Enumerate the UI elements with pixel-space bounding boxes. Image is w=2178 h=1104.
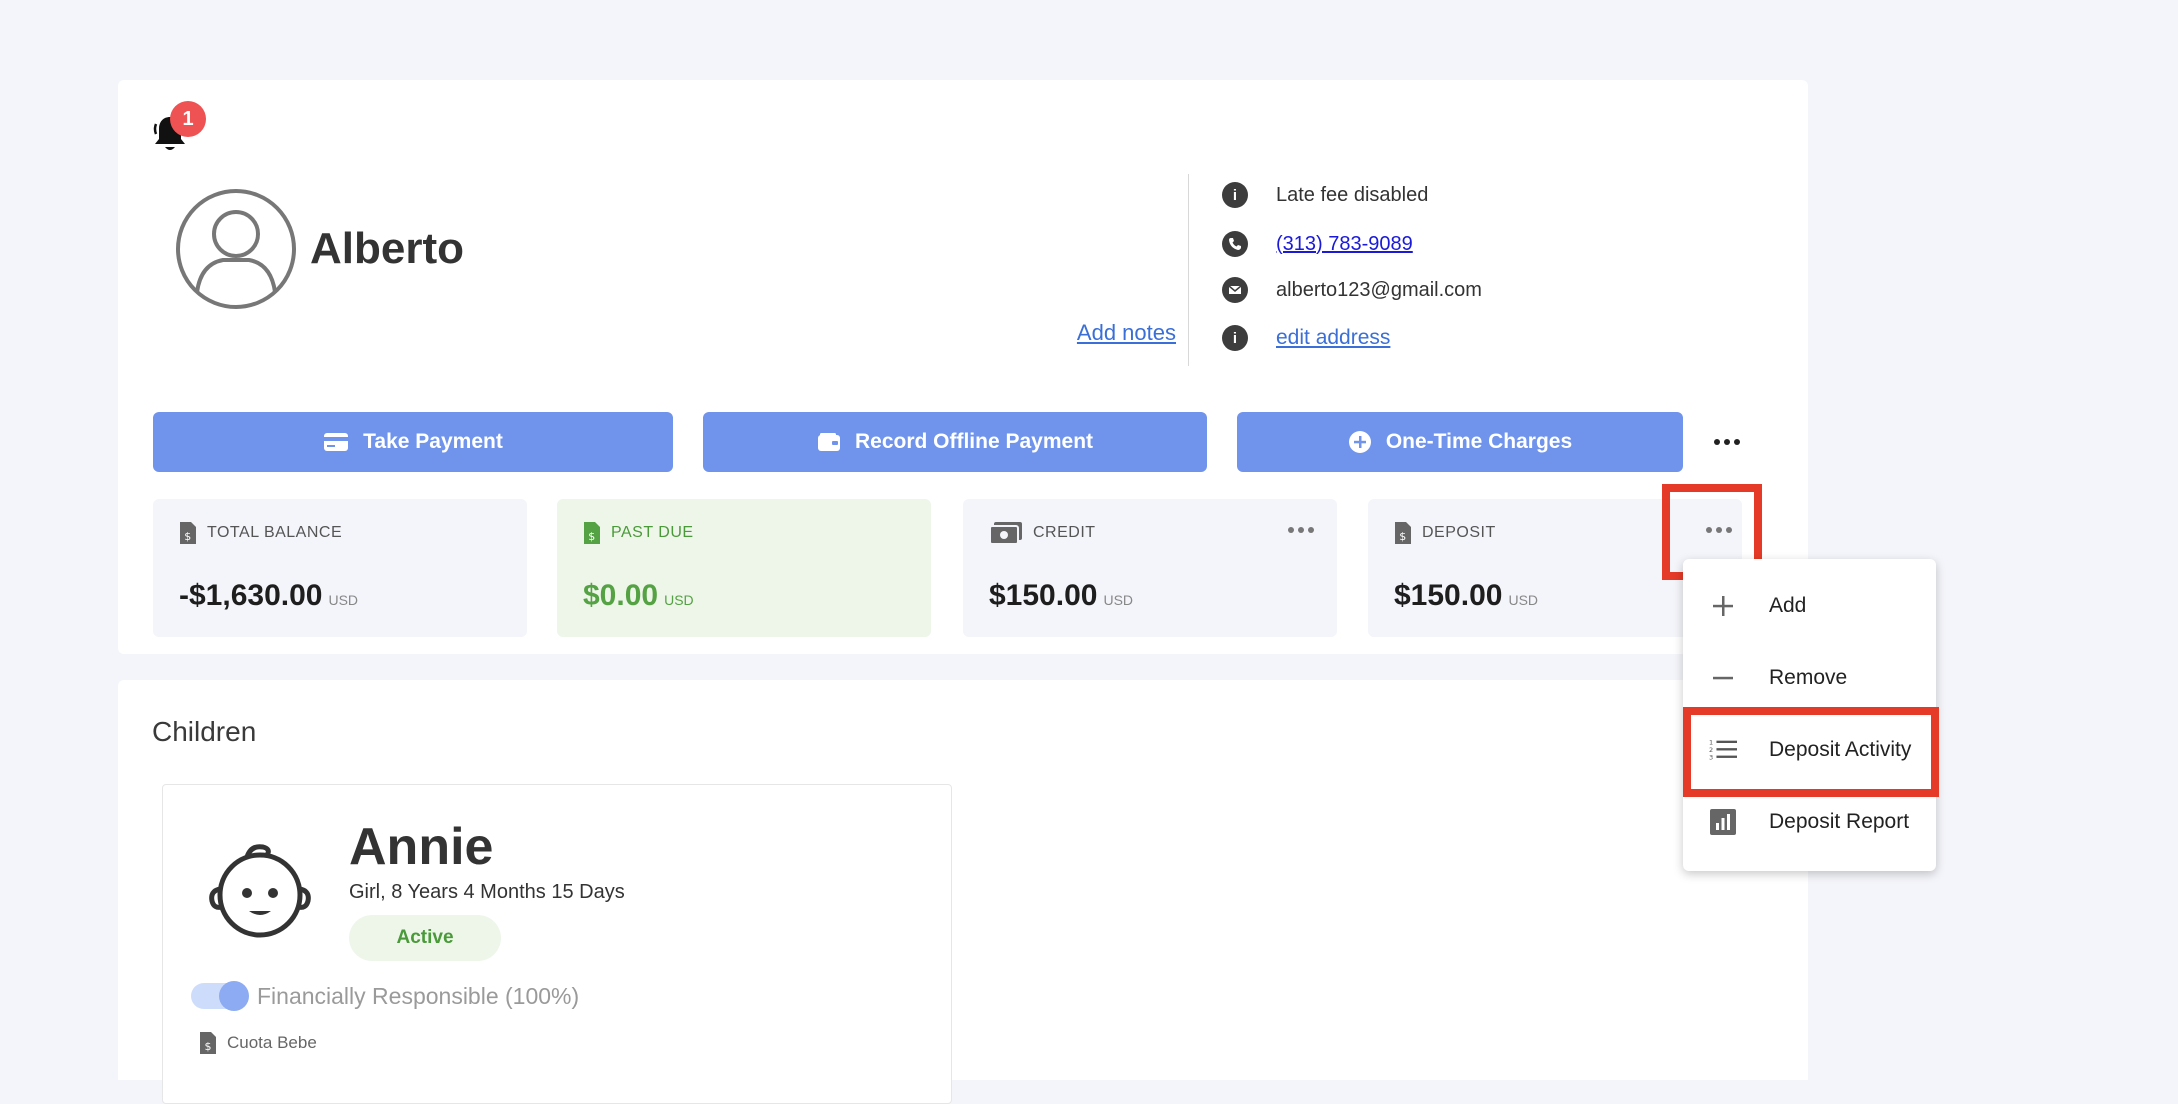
record-offline-payment-label: Record Offline Payment: [854, 430, 1094, 453]
credit-label: CREDIT: [1033, 524, 1096, 541]
info-icon: i: [1222, 325, 1248, 351]
late-fee-row: i Late fee disabled: [1222, 180, 1428, 210]
deposit-amount-row: $150.00 USD: [1394, 579, 1538, 613]
plan-name: Cuota Bebe: [227, 1033, 317, 1052]
notification-badge: 1: [170, 101, 206, 137]
total-balance-label-row: $ TOTAL BALANCE: [179, 521, 342, 545]
total-balance-amount: -$1,630.00: [179, 579, 323, 612]
plus-circle-icon: [1348, 430, 1372, 454]
email-row: alberto123@gmail.com: [1222, 275, 1482, 305]
credit-amount-row: $150.00 USD: [989, 579, 1133, 613]
add-notes-link[interactable]: Add notes: [1077, 320, 1176, 346]
one-time-charges-label: One-Time Charges: [1385, 430, 1573, 453]
svg-text:$: $: [184, 530, 192, 543]
menu-item-remove[interactable]: Remove: [1683, 645, 1936, 711]
credit-card-icon: [323, 432, 349, 452]
past-due-card: $ PAST DUE $0.00 USD: [557, 499, 931, 637]
invoice-dollar-icon: $: [1394, 521, 1412, 545]
total-balance-amount-row: -$1,630.00 USD: [179, 579, 358, 613]
phone-icon: [1222, 231, 1248, 257]
child-details: Girl, 8 Years 4 Months 15 Days: [349, 881, 625, 903]
divider: [1188, 174, 1189, 366]
deposit-activity-highlight: [1683, 707, 1939, 797]
children-title: Children: [152, 716, 257, 747]
report-chart-icon: [1709, 808, 1737, 836]
past-due-label-row: $ PAST DUE: [583, 521, 694, 545]
menu-item-deposit-report[interactable]: Deposit Report: [1683, 789, 1936, 855]
past-due-amount-row: $0.00 USD: [583, 579, 694, 613]
deposit-amount: $150.00: [1394, 579, 1503, 612]
currency-code: USD: [328, 592, 359, 608]
one-time-charges-button[interactable]: One-Time Charges: [1237, 412, 1683, 472]
phone-row: (313) 783-9089: [1222, 229, 1413, 259]
invoice-dollar-icon: $: [199, 1031, 217, 1055]
email-text: alberto123@gmail.com: [1276, 278, 1482, 301]
phone-link[interactable]: (313) 783-9089: [1276, 233, 1413, 256]
currency-code: USD: [1103, 592, 1134, 608]
total-balance-card: $ TOTAL BALANCE -$1,630.00 USD: [153, 499, 527, 637]
parent-name: Alberto: [310, 224, 464, 273]
parent-avatar: [175, 188, 297, 310]
credit-label-row: CREDIT: [989, 521, 1096, 545]
edit-address-link[interactable]: edit address: [1276, 326, 1390, 350]
more-actions-icon[interactable]: [1714, 439, 1740, 445]
plan-row: $ Cuota Bebe: [199, 1031, 317, 1055]
baby-face-icon: [207, 841, 313, 939]
menu-item-add[interactable]: Add: [1683, 573, 1936, 639]
invoice-dollar-icon: $: [583, 521, 601, 545]
menu-item-label: Add: [1769, 594, 1807, 617]
menu-item-label: Deposit Report: [1769, 810, 1910, 833]
svg-text:$: $: [205, 1040, 212, 1053]
past-due-label: PAST DUE: [611, 524, 694, 541]
cash-icon: [989, 521, 1023, 545]
svg-text:$: $: [588, 530, 596, 543]
financially-responsible-toggle[interactable]: [191, 981, 249, 1011]
invoice-dollar-icon: $: [179, 521, 197, 545]
address-row: i edit address: [1222, 323, 1390, 353]
child-card[interactable]: Annie Girl, 8 Years 4 Months 15 Days Act…: [162, 784, 952, 1104]
email-icon: [1222, 277, 1248, 303]
plus-icon: [1709, 592, 1737, 620]
wallet-icon: [817, 432, 841, 452]
take-payment-button[interactable]: Take Payment: [153, 412, 673, 472]
take-payment-label: Take Payment: [363, 430, 503, 453]
deposit-label: DEPOSIT: [1422, 524, 1496, 541]
deposit-label-row: $ DEPOSIT: [1394, 521, 1496, 545]
late-fee-text: Late fee disabled: [1276, 183, 1429, 206]
child-name: Annie: [349, 818, 494, 876]
info-icon: i: [1222, 182, 1248, 208]
financially-responsible-label: Financially Responsible (100%): [257, 983, 580, 1009]
total-balance-label: TOTAL BALANCE: [207, 524, 343, 541]
record-offline-payment-button[interactable]: Record Offline Payment: [703, 412, 1207, 472]
children-section: Children Annie Girl, 8 Years 4 Months 15…: [118, 680, 1808, 1104]
status-badge: Active: [349, 915, 501, 961]
menu-item-label: Remove: [1769, 666, 1848, 689]
currency-code: USD: [1508, 592, 1539, 608]
credit-more-icon[interactable]: [1288, 527, 1314, 533]
svg-text:$: $: [1399, 530, 1407, 543]
credit-card-balance: CREDIT $150.00 USD: [963, 499, 1337, 637]
credit-amount: $150.00: [989, 579, 1098, 612]
past-due-amount: $0.00: [583, 579, 659, 612]
minus-icon: [1709, 664, 1737, 692]
currency-code: USD: [664, 592, 694, 608]
parent-profile-card: 1 Alberto Add notes i Late fee disabled …: [118, 80, 1808, 654]
